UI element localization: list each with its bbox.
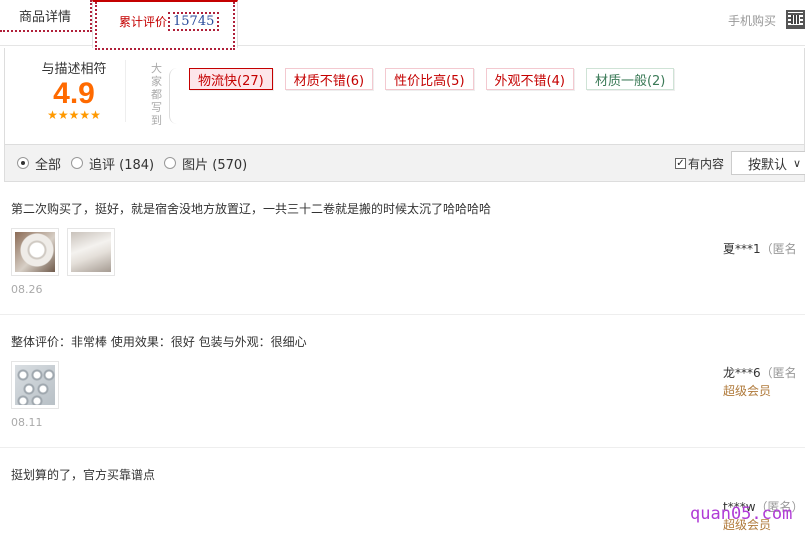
impression-tags: 物流快(27) 材质不错(6) 性价比高(5) 外观不错(4) 材质一般(2) <box>189 68 675 90</box>
rating-summary: 与描述相符 4.9 ★ ★ ★ ★ ★ 大家都写到 物流快(27) 材质不错(6) 性价比高… <box>4 48 805 144</box>
review-item: 挺划算的了，官方买靠谱点 t***w（匿名） 超级会员 <box>0 448 805 548</box>
score-box: 与描述相符 4.9 ★ ★ ★ ★ ★ <box>19 58 129 121</box>
star-rating: ★ ★ ★ ★ ★ <box>19 109 129 121</box>
filter-radio-label[interactable]: 图片 (570) <box>182 154 247 173</box>
paper-photo <box>71 232 111 272</box>
impression-tag[interactable]: 材质不错(6) <box>284 68 374 90</box>
star-icon: ★ <box>57 108 69 122</box>
review-item: 第二次购买了，挺好，就是宿舍没地方放置辽，一共三十二卷就是搬的时候太沉了哈哈哈哈… <box>0 182 805 315</box>
filter-radio-label[interactable]: 追评 (184) <box>89 154 154 173</box>
has-content-checkbox[interactable]: ✓ <box>675 158 686 169</box>
score-value: 4.9 <box>53 77 95 110</box>
tab-product-detail[interactable]: 商品详情 <box>0 0 92 32</box>
tab-reviews[interactable]: 累计评价 15745 <box>92 0 238 50</box>
review-images <box>11 228 115 276</box>
star-icon: ★ <box>79 108 91 122</box>
filter-radio[interactable] <box>17 157 29 169</box>
star-icon: ★ <box>90 108 101 122</box>
review-text: 整体评价：非常棒 使用效果：很好 包装与外观：很细心 <box>11 335 307 349</box>
tab-reviews-inner: 累计评价 15745 <box>95 2 235 50</box>
chevron-down-icon: ∨ <box>793 156 802 170</box>
roll-pile-photo <box>15 365 55 405</box>
review-images <box>11 361 59 409</box>
review-text: 第二次购买了，挺好，就是宿舍没地方放置辽，一共三十二卷就是搬的时候太沉了哈哈哈哈 <box>11 202 492 216</box>
impression-tag[interactable]: 物流快(27) <box>189 68 273 90</box>
tab-bar: 商品详情 累计评价 15745 手机购买 <box>0 0 805 50</box>
review-image-thumb[interactable] <box>11 228 59 276</box>
star-icon: ★ <box>68 108 80 122</box>
filter-radio-label[interactable]: 全部 <box>35 154 61 173</box>
tab-reviews-label: 累计评价 <box>119 14 168 29</box>
reviewer-user: 夏***1 <box>723 242 761 256</box>
review-image-thumb[interactable] <box>67 228 115 276</box>
review-date: 08.11 <box>11 416 43 429</box>
reviewer-anon: （匿名 <box>760 366 797 380</box>
filter-radio-group: 全部 追评 (184) 图片 (570) <box>17 154 251 173</box>
review-image-thumb[interactable] <box>11 361 59 409</box>
divider <box>125 60 126 122</box>
reviewer-anon: （匿名 <box>760 242 797 256</box>
reviewer-user: 龙***6 <box>723 366 761 380</box>
impression-tag[interactable]: 外观不错(4) <box>485 68 574 90</box>
filter-radio[interactable] <box>71 157 84 169</box>
tab-product-detail-label: 商品详情 <box>18 9 71 25</box>
filter-bar: 全部 追评 (184) 图片 (570) ✓ 有内容 按默认 ∨ <box>4 144 805 182</box>
star-icon: ★ <box>47 108 58 122</box>
sort-select[interactable]: 按默认 ∨ <box>731 151 805 175</box>
filter-radio[interactable] <box>164 157 177 169</box>
watermark: quan05.com <box>690 504 793 524</box>
review-date: 08.26 <box>11 283 43 296</box>
brace-decoration <box>169 68 179 124</box>
vip-badge: 超级会员 <box>723 384 772 398</box>
review-text: 挺划算的了，官方买靠谱点 <box>11 468 156 482</box>
mobile-buy-link[interactable]: 手机购买 <box>728 12 776 29</box>
review-item: 整体评价：非常棒 使用效果：很好 包装与外观：很细心 08.11 龙***6（匿… <box>0 315 805 448</box>
has-content-label: 有内容 <box>688 157 725 171</box>
toilet-roll-photo <box>15 232 55 272</box>
impression-tag[interactable]: 性价比高(5) <box>385 68 474 90</box>
qr-code-icon[interactable] <box>786 10 805 29</box>
reviewer-name: 夏***1（匿名 <box>723 240 797 257</box>
has-content-filter[interactable]: ✓ 有内容 <box>675 155 724 172</box>
score-label: 与描述相符 <box>41 62 107 77</box>
tab-reviews-count: 15745 <box>168 11 220 31</box>
reviewer-name: 龙***6（匿名 <box>723 364 797 381</box>
tags-heading: 大家都写到 <box>151 62 162 127</box>
impression-tag[interactable]: 材质一般(2) <box>585 68 675 90</box>
sort-select-value: 按默认 <box>748 157 788 173</box>
